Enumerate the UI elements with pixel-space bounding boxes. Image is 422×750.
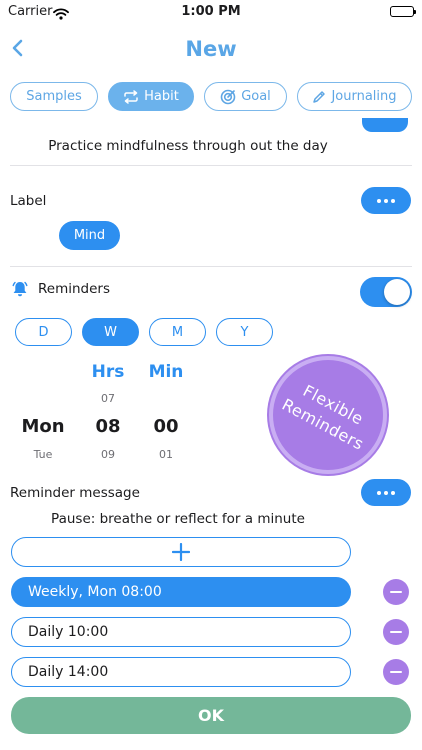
remove-reminder-button[interactable]: [383, 579, 409, 605]
remove-reminder-button[interactable]: [383, 659, 409, 685]
divider: [10, 165, 412, 166]
period-yearly-button[interactable]: Y: [216, 318, 273, 346]
ok-button[interactable]: OK: [11, 697, 411, 734]
category-tabs: Samples Habit Goal Journaling: [10, 82, 412, 112]
label-chip-mind[interactable]: Mind: [59, 221, 120, 250]
add-reminder-button[interactable]: [11, 537, 351, 567]
tab-journaling[interactable]: Journaling: [297, 82, 412, 111]
reminder-item[interactable]: Daily 10:00: [11, 617, 351, 647]
status-bar: Carrier 1:00 PM: [0, 0, 422, 24]
tab-goal[interactable]: Goal: [204, 82, 287, 111]
reminders-toggle[interactable]: [360, 277, 412, 307]
minutes-header: Min: [148, 362, 184, 382]
period-monthly-button[interactable]: M: [149, 318, 206, 346]
period-weekly-button[interactable]: W: [82, 318, 139, 346]
plus-icon: [172, 543, 190, 561]
reminder-message-text: Pause: breathe or reflect for a minute: [51, 511, 305, 527]
description-edit-button[interactable]: [362, 118, 408, 132]
habit-description: Practice mindfulness through out the day: [48, 138, 328, 154]
minutes-next-value[interactable]: 01: [136, 448, 196, 461]
tab-habit[interactable]: Habit: [108, 82, 194, 111]
divider: [10, 266, 412, 267]
reminders-title: Reminders: [38, 281, 110, 297]
hours-next-value[interactable]: 09: [78, 448, 138, 461]
tab-samples[interactable]: Samples: [10, 82, 98, 111]
day-picker-next[interactable]: Tue: [13, 448, 73, 461]
label-more-button[interactable]: [361, 187, 411, 214]
tab-label: Samples: [26, 89, 82, 104]
reminder-item[interactable]: Daily 14:00: [11, 657, 351, 687]
battery-icon: [390, 6, 416, 17]
minutes-picker-current[interactable]: 00: [131, 416, 201, 437]
pen-icon: [313, 90, 326, 103]
status-time: 1:00 PM: [181, 4, 241, 19]
tab-label: Habit: [144, 89, 179, 104]
day-picker-current[interactable]: Mon: [8, 416, 78, 437]
remove-reminder-button[interactable]: [383, 619, 409, 645]
hours-header: Hrs: [91, 362, 125, 382]
reminder-message-title: Reminder message: [10, 485, 140, 501]
page-title: New: [185, 37, 237, 61]
minus-icon: [390, 670, 402, 674]
minus-icon: [390, 590, 402, 594]
message-more-button[interactable]: [361, 479, 411, 506]
reminder-item[interactable]: Weekly, Mon 08:00: [11, 577, 351, 607]
repeat-icon: [124, 89, 138, 104]
bell-icon: [11, 280, 29, 302]
period-daily-button[interactable]: D: [15, 318, 72, 346]
tab-label: Goal: [241, 89, 271, 104]
target-icon: [220, 89, 236, 104]
hours-prev-value[interactable]: 07: [78, 392, 138, 405]
label-section-title: Label: [10, 193, 47, 209]
flexible-reminders-badge: Flexible Reminders: [269, 356, 387, 474]
tab-label: Journaling: [331, 89, 397, 104]
minus-icon: [390, 630, 402, 634]
